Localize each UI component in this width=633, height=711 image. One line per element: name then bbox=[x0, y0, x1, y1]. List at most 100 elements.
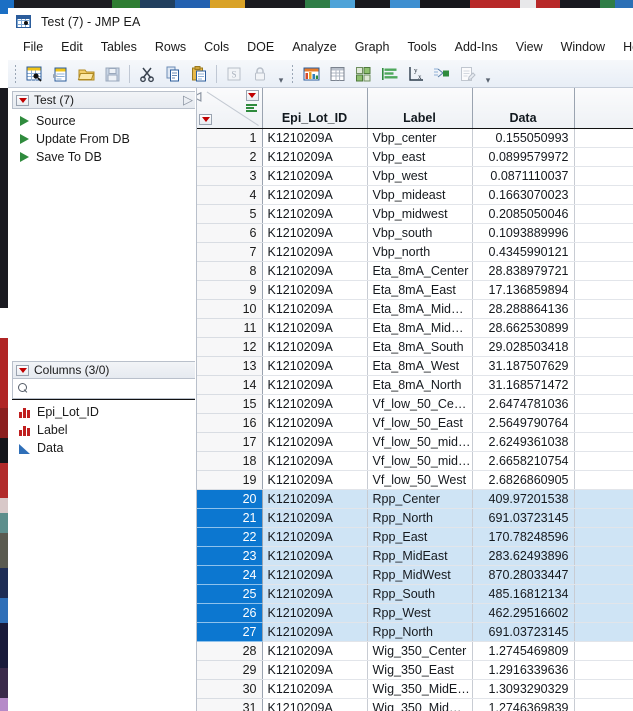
table-row[interactable]: 6 K1210209A Vbp_south 0.1093889996 bbox=[197, 223, 633, 243]
cell-epi-lot-id[interactable]: K1210209A bbox=[262, 470, 368, 490]
table-row[interactable]: 31 K1210209A Wig_350_MidWest 1.2746369839 bbox=[197, 698, 633, 711]
menu-add-ins[interactable]: Add-Ins bbox=[446, 37, 507, 58]
cell-data[interactable]: 28.662530899 bbox=[472, 318, 575, 338]
red-triangle-icon[interactable] bbox=[16, 94, 29, 106]
cell-label[interactable]: Vf_low_50_West bbox=[367, 470, 473, 490]
cell-data[interactable]: 409.97201538 bbox=[472, 489, 575, 509]
data-table[interactable]: Epi_Lot_ID Label Data 1K1210209AVbp_cent… bbox=[196, 88, 633, 711]
row-number-cell[interactable]: 17 bbox=[197, 432, 263, 452]
cell-label[interactable]: Vbp_west bbox=[367, 166, 473, 186]
row-number-cell[interactable]: 9 bbox=[197, 280, 263, 300]
column-header-label[interactable]: Label bbox=[367, 88, 473, 129]
cell-label[interactable]: Vbp_mideast bbox=[367, 185, 473, 205]
cell-epi-lot-id[interactable]: K1210209A bbox=[262, 375, 368, 395]
table-row[interactable]: 12 K1210209A Eta_8mA_South 29.028503418 bbox=[197, 337, 633, 357]
row-number-cell[interactable]: 26 bbox=[197, 603, 263, 623]
script-editor-icon[interactable] bbox=[455, 62, 479, 86]
table-script-source[interactable]: Source bbox=[16, 112, 195, 130]
cell-data[interactable]: 0.2085050046 bbox=[472, 204, 575, 224]
cell-label[interactable]: Vbp_south bbox=[367, 223, 473, 243]
table-row[interactable]: 4 K1210209A Vbp_mideast 0.1663070023 bbox=[197, 185, 633, 205]
table-row[interactable]: 23 K1210209A Rpp_MidEast 283.62493896 bbox=[197, 546, 633, 566]
cell-epi-lot-id[interactable]: K1210209A bbox=[262, 489, 368, 509]
cell-data[interactable]: 2.6249361038 bbox=[472, 432, 575, 452]
cell-label[interactable]: Wig_350_East bbox=[367, 660, 473, 680]
cell-label[interactable]: Rpp_MidWest bbox=[367, 565, 473, 585]
copy-icon[interactable] bbox=[161, 62, 185, 86]
cell-label[interactable]: Wig_350_Center bbox=[367, 641, 473, 661]
red-triangle-icon[interactable] bbox=[16, 364, 29, 376]
formula-icon[interactable]: S bbox=[222, 62, 246, 86]
table-row[interactable]: 16 K1210209A Vf_low_50_East 2.5649790764 bbox=[197, 413, 633, 433]
table-row[interactable]: 21 K1210209A Rpp_North 691.03723145 bbox=[197, 508, 633, 528]
cell-label[interactable]: Rpp_East bbox=[367, 527, 473, 547]
table-panel-header[interactable]: Test (7) bbox=[12, 91, 195, 109]
row-number-cell[interactable]: 1 bbox=[197, 128, 263, 148]
table-row[interactable]: 20 K1210209A Rpp_Center 409.97201538 bbox=[197, 489, 633, 509]
column-item-epi-lot-id[interactable]: Epi_Lot_ID bbox=[16, 403, 195, 421]
table-row[interactable]: 3 K1210209A Vbp_west 0.0871110037 bbox=[197, 166, 633, 186]
cell-data[interactable]: 2.6826860905 bbox=[472, 470, 575, 490]
green-run-triangle-icon[interactable] bbox=[20, 152, 29, 162]
cell-label[interactable]: Vbp_east bbox=[367, 147, 473, 167]
menu-cols[interactable]: Cols bbox=[195, 37, 238, 58]
column-item-label[interactable]: Label bbox=[16, 421, 195, 439]
table-row[interactable]: 5 K1210209A Vbp_midwest 0.2085050046 bbox=[197, 204, 633, 224]
table-row[interactable]: 2 K1210209A Vbp_east 0.0899579972 bbox=[197, 147, 633, 167]
table-row[interactable]: 14 K1210209A Eta_8mA_North 31.168571472 bbox=[197, 375, 633, 395]
row-number-cell[interactable]: 21 bbox=[197, 508, 263, 528]
cell-label[interactable]: Rpp_Center bbox=[367, 489, 473, 509]
cell-epi-lot-id[interactable]: K1210209A bbox=[262, 603, 368, 623]
row-number-cell[interactable]: 29 bbox=[197, 660, 263, 680]
cell-epi-lot-id[interactable]: K1210209A bbox=[262, 356, 368, 376]
cell-data[interactable]: 1.2746369839 bbox=[472, 698, 575, 711]
cell-data[interactable]: 0.1663070023 bbox=[472, 185, 575, 205]
column-item-data[interactable]: Data bbox=[16, 439, 195, 457]
cell-epi-lot-id[interactable]: K1210209A bbox=[262, 147, 368, 167]
cell-data[interactable]: 29.028503418 bbox=[472, 337, 575, 357]
row-number-cell[interactable]: 20 bbox=[197, 489, 263, 509]
bar-chart-icon[interactable] bbox=[377, 62, 401, 86]
cell-epi-lot-id[interactable]: K1210209A bbox=[262, 299, 368, 319]
table-row[interactable]: 8 K1210209A Eta_8mA_Center 28.838979721 bbox=[197, 261, 633, 281]
cell-data[interactable]: 0.155050993 bbox=[472, 128, 575, 148]
toolbar-grip-1[interactable] bbox=[12, 63, 19, 84]
menu-tools[interactable]: Tools bbox=[398, 37, 445, 58]
cell-epi-lot-id[interactable]: K1210209A bbox=[262, 641, 368, 661]
row-number-cell[interactable]: 13 bbox=[197, 356, 263, 376]
cell-data[interactable]: 28.838979721 bbox=[472, 261, 575, 281]
table-row[interactable]: 11 K1210209A Eta_8mA_MidWest 28.662530899 bbox=[197, 318, 633, 338]
menu-tables[interactable]: Tables bbox=[92, 37, 146, 58]
cell-epi-lot-id[interactable]: K1210209A bbox=[262, 394, 368, 414]
cell-label[interactable]: Rpp_North bbox=[367, 622, 473, 642]
table-row[interactable]: 26 K1210209A Rpp_West 462.29516602 bbox=[197, 603, 633, 623]
cell-label[interactable]: Eta_8mA_North bbox=[367, 375, 473, 395]
toolbar-grip-2[interactable] bbox=[289, 63, 296, 84]
fit-model-icon[interactable] bbox=[429, 62, 453, 86]
cell-data[interactable]: 2.6658210754 bbox=[472, 451, 575, 471]
table-row[interactable]: 28 K1210209A Wig_350_Center 1.2745469809 bbox=[197, 641, 633, 661]
cell-data[interactable]: 462.29516602 bbox=[472, 603, 575, 623]
cell-epi-lot-id[interactable]: K1210209A bbox=[262, 432, 368, 452]
cell-epi-lot-id[interactable]: K1210209A bbox=[262, 584, 368, 604]
grid-corner-cell[interactable] bbox=[197, 88, 263, 129]
row-number-cell[interactable]: 7 bbox=[197, 242, 263, 262]
cell-epi-lot-id[interactable]: K1210209A bbox=[262, 128, 368, 148]
cell-epi-lot-id[interactable]: K1210209A bbox=[262, 242, 368, 262]
fit-y-by-x-icon[interactable] bbox=[351, 62, 375, 86]
green-run-triangle-icon[interactable] bbox=[20, 134, 29, 144]
columns-search-row[interactable] bbox=[12, 379, 195, 399]
distribution-icon[interactable] bbox=[299, 62, 323, 86]
cell-epi-lot-id[interactable]: K1210209A bbox=[262, 546, 368, 566]
cell-data[interactable]: 170.78248596 bbox=[472, 527, 575, 547]
menu-edit[interactable]: Edit bbox=[52, 37, 92, 58]
new-data-table-icon[interactable] bbox=[22, 62, 46, 86]
cell-epi-lot-id[interactable]: K1210209A bbox=[262, 565, 368, 585]
table-row[interactable]: 25 K1210209A Rpp_South 485.16812134 bbox=[197, 584, 633, 604]
column-header-data[interactable]: Data bbox=[472, 88, 575, 129]
menu-window[interactable]: Window bbox=[552, 37, 614, 58]
cell-epi-lot-id[interactable]: K1210209A bbox=[262, 223, 368, 243]
table-row[interactable]: 17 K1210209A Vf_low_50_mideast 2.6249361038 bbox=[197, 432, 633, 452]
cell-epi-lot-id[interactable]: K1210209A bbox=[262, 261, 368, 281]
row-number-cell[interactable]: 2 bbox=[197, 147, 263, 167]
